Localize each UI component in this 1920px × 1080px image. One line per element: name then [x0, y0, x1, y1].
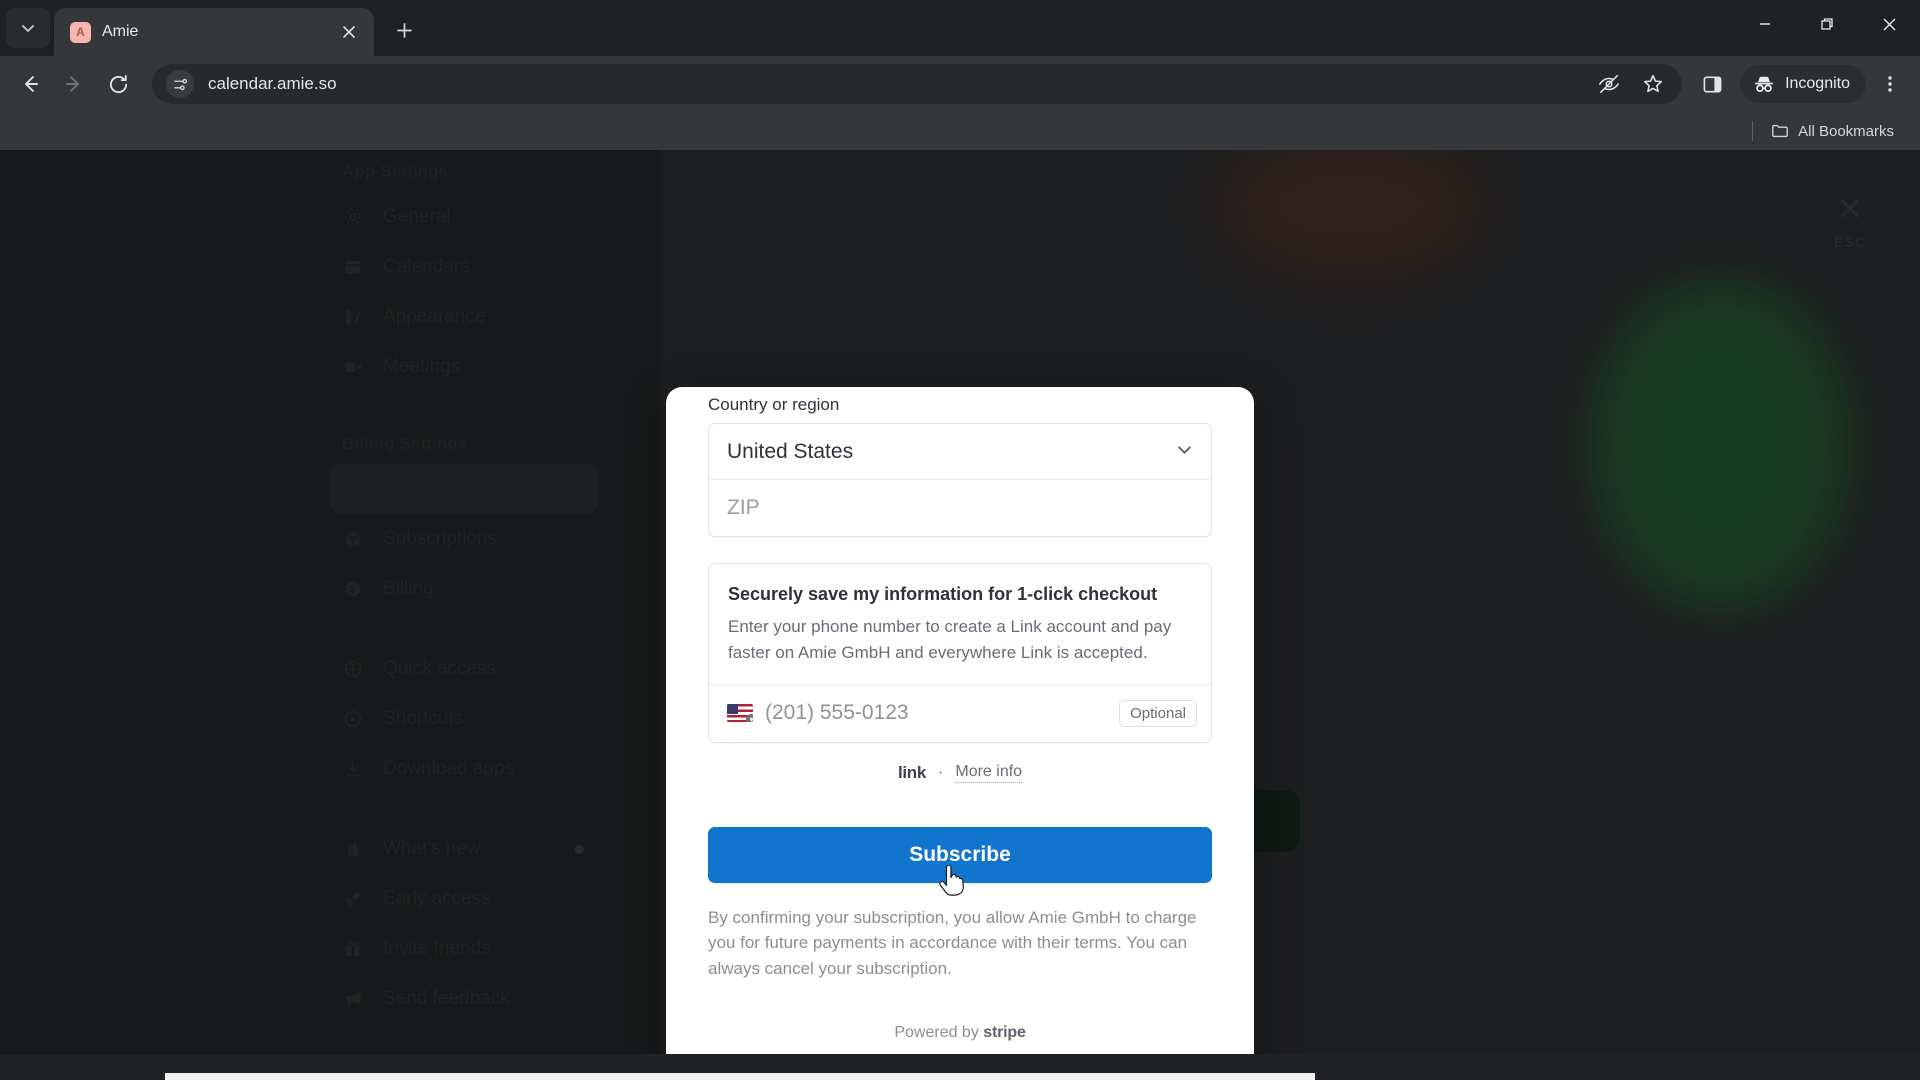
forward-arrow-icon — [66, 76, 79, 92]
link-wordmark: link — [897, 762, 927, 782]
close-icon — [1883, 18, 1895, 30]
incognito-indicator[interactable]: Incognito — [1740, 65, 1866, 103]
bookmark-button[interactable] — [1638, 69, 1668, 99]
minimize-icon — [1760, 23, 1770, 25]
bookmarks-separator — [1752, 121, 1754, 141]
tab-close-button[interactable] — [336, 19, 362, 45]
page-viewport: App Settings General Calendars Appearanc… — [0, 150, 1920, 1054]
new-tab-button[interactable] — [386, 12, 422, 48]
browser-toolbar: calendar.amie.so Incognito — [0, 56, 1920, 112]
close-icon — [343, 26, 355, 38]
powered-by-prefix: Powered by — [894, 1024, 979, 1042]
powered-by-stripe: Powered by stripe — [708, 1024, 1212, 1042]
taskbar-indicator — [165, 1073, 1315, 1080]
link-signup-card: Securely save my information for 1-click… — [708, 563, 1212, 743]
country-zip-group: United States ZIP — [708, 423, 1212, 537]
checkout-form: Country or region United States ZIP Secu… — [666, 387, 1254, 1054]
browser-menu-button[interactable] — [1870, 64, 1910, 104]
taskbar — [0, 1054, 1920, 1080]
subscription-legal-text: By confirming your subscription, you all… — [708, 907, 1197, 979]
tracking-protection-button[interactable] — [1594, 69, 1624, 99]
side-panel-icon — [1703, 76, 1721, 92]
stripe-wordmark: stripe — [983, 1024, 1026, 1042]
eye-off-icon — [1599, 74, 1620, 94]
tab-search-button[interactable] — [6, 8, 50, 48]
bookmarks-bar: All Bookmarks — [0, 112, 1920, 150]
link-meta-separator: · — [938, 763, 944, 781]
forward-button[interactable] — [54, 64, 94, 104]
zip-input-placeholder: ZIP — [727, 496, 760, 519]
more-info-link[interactable]: More info — [955, 763, 1023, 783]
star-icon — [1644, 74, 1663, 93]
phone-input-row[interactable]: ▾ (201) 555-0123 Optional — [709, 683, 1211, 742]
incognito-icon — [1755, 76, 1774, 93]
link-card-body: Securely save my information for 1-click… — [709, 564, 1211, 684]
minimize-button[interactable] — [1734, 0, 1796, 48]
address-bar[interactable]: calendar.amie.so — [152, 64, 1683, 104]
tab-strip: A Amie — [0, 0, 1920, 56]
page-info-icon[interactable] — [166, 70, 194, 98]
link-card-title: Securely save my information for 1-click… — [728, 584, 1158, 604]
address-bar-url: calendar.amie.so — [208, 74, 337, 93]
side-panel-button[interactable] — [1692, 64, 1732, 104]
phone-input-placeholder: (201) 555-0123 — [765, 701, 909, 725]
browser-window: A Amie calendar.amie.so Incognito All Bo… — [0, 0, 1920, 1080]
window-controls — [1734, 0, 1920, 48]
optional-badge: Optional — [1119, 699, 1197, 727]
incognito-label: Incognito — [1785, 75, 1850, 92]
tab-title: Amie — [102, 23, 139, 40]
us-flag-icon[interactable]: ▾ — [727, 704, 753, 723]
reload-button[interactable] — [98, 64, 138, 104]
link-card-description: Enter your phone number to create a Link… — [728, 617, 1172, 662]
pointer-hand-cursor — [939, 865, 964, 896]
chevron-down-icon: ▾ — [746, 714, 753, 723]
country-selected-value: United States — [727, 439, 854, 463]
reload-icon — [109, 74, 127, 93]
link-meta-row: link · More info — [708, 763, 1212, 783]
stripe-checkout-modal: Country or region United States ZIP Secu… — [666, 387, 1254, 1054]
country-field-label: Country or region — [708, 395, 840, 414]
all-bookmarks-button[interactable]: All Bookmarks — [1763, 118, 1902, 144]
chevron-down-icon — [22, 25, 34, 32]
zip-input-row[interactable]: ZIP — [709, 480, 1211, 536]
plus-icon — [396, 22, 412, 38]
folder-icon — [1772, 124, 1789, 138]
back-button[interactable] — [10, 64, 50, 104]
back-arrow-icon — [25, 76, 38, 92]
tune-icon — [173, 78, 187, 90]
browser-tab[interactable]: A Amie — [54, 8, 374, 56]
three-dot-menu-icon — [1888, 76, 1892, 92]
maximize-button[interactable] — [1796, 0, 1858, 48]
chevron-down-icon — [1176, 441, 1193, 462]
country-select[interactable]: United States — [709, 424, 1211, 480]
tab-favicon: A — [70, 21, 91, 43]
restore-icon — [1821, 18, 1833, 30]
all-bookmarks-label: All Bookmarks — [1798, 122, 1894, 140]
window-close-button[interactable] — [1858, 0, 1920, 48]
